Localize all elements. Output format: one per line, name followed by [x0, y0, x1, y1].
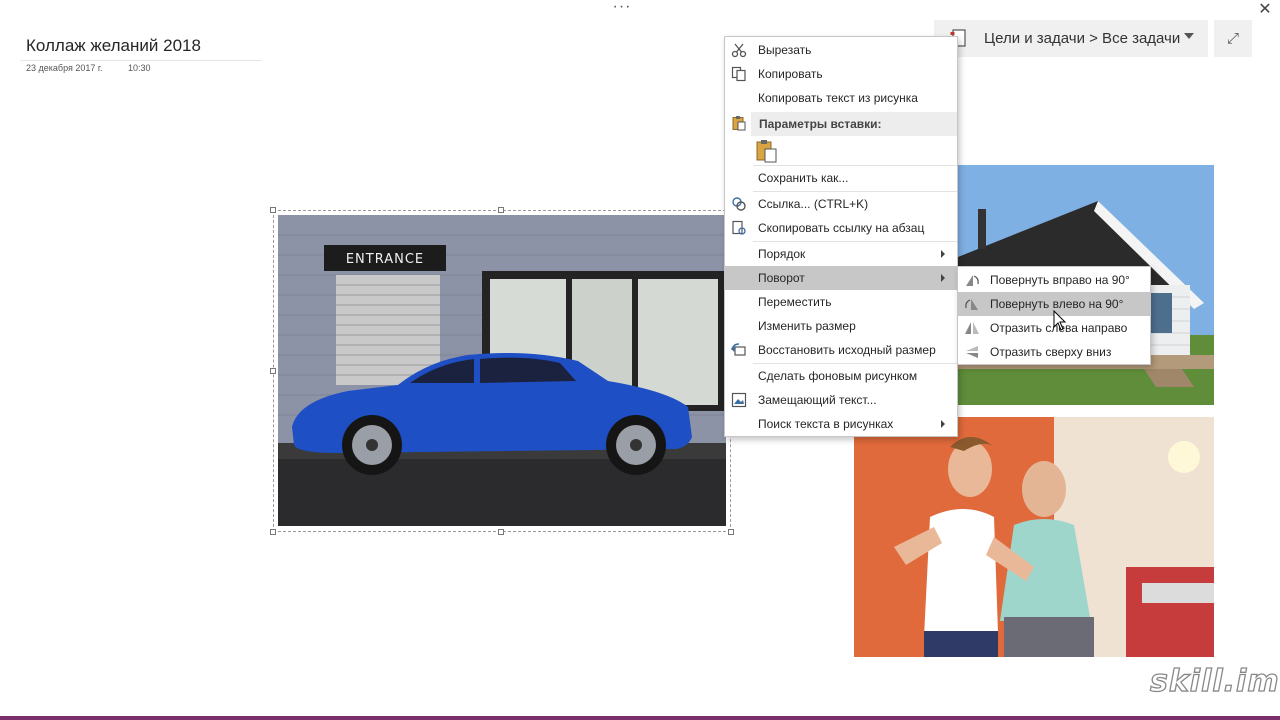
menu-item-label: Поиск текста в рисунках: [758, 417, 894, 431]
page-time: 10:30: [128, 63, 151, 73]
chevron-down-icon[interactable]: [1184, 33, 1194, 39]
menu-item-rotate-right[interactable]: Повернуть вправо на 90°: [958, 268, 1150, 292]
menu-item-label: Повернуть вправо на 90°: [990, 273, 1130, 287]
menu-item-copy-paragraph-link[interactable]: Скопировать ссылку на абзац: [725, 216, 957, 240]
context-menu: Вырезать Копировать Копировать текст из …: [724, 36, 958, 437]
submenu-arrow-icon: [941, 274, 945, 282]
menu-item-restore-size[interactable]: Восстановить исходный размер: [725, 338, 957, 362]
paste-options-label: Параметры вставки:: [759, 117, 882, 131]
menu-item-label: Переместить: [758, 295, 832, 309]
menu-item-label: Отразить сверху вниз: [990, 345, 1112, 359]
menu-item-search-text-in-images[interactable]: Поиск текста в рисунках: [725, 412, 957, 436]
resize-handle[interactable]: [270, 368, 276, 374]
paragraph-link-icon: [732, 220, 746, 235]
close-button[interactable]: ✕: [1254, 0, 1276, 20]
watermark-logo: skill.im: [1149, 663, 1280, 699]
menu-item-copy[interactable]: Копировать: [725, 62, 957, 86]
menu-item-label: Сделать фоновым рисунком: [758, 369, 918, 383]
menu-item-label: Скопировать ссылку на абзац: [758, 221, 925, 235]
menu-item-label: Порядок: [758, 247, 806, 261]
resize-handle[interactable]: [728, 529, 734, 535]
menu-item-label: Вырезать: [758, 43, 812, 57]
menu-item-label: Копировать: [758, 67, 823, 81]
menu-item-label: Изменить размер: [758, 319, 856, 333]
resize-handle[interactable]: [270, 207, 276, 213]
menu-item-copy-text-from-image[interactable]: Копировать текст из рисунка: [725, 86, 957, 110]
menu-item-label: Ссылка... (CTRL+K): [758, 197, 869, 211]
menu-item-label: Поворот: [758, 271, 805, 285]
menu-item-label: Сохранить как...: [758, 171, 849, 185]
link-icon: [732, 197, 746, 211]
page-date: 23 декабря 2017 г.: [26, 63, 103, 73]
image-selection-frame[interactable]: [273, 210, 731, 532]
submenu-arrow-icon: [941, 420, 945, 428]
page-title[interactable]: Коллаж желаний 2018: [26, 36, 201, 56]
menu-item-flip-vertical[interactable]: Отразить сверху вниз: [958, 340, 1150, 364]
paste-keep-formatting-icon[interactable]: [756, 139, 778, 163]
menu-item-resize[interactable]: Изменить размер: [725, 314, 957, 338]
menu-item-order[interactable]: Порядок: [725, 242, 957, 266]
menu-item-move[interactable]: Переместить: [725, 290, 957, 314]
menu-item-label: Копировать текст из рисунка: [758, 91, 918, 105]
fitness-photo[interactable]: [854, 417, 1214, 657]
mouse-cursor-icon: [1053, 310, 1067, 331]
restore-size-icon: [731, 343, 746, 356]
section-tag-dropdown[interactable]: Цели и задачи > Все задачи: [934, 20, 1208, 57]
scissors-icon: [731, 43, 747, 58]
more-options-icon[interactable]: ···: [608, 0, 636, 18]
rotate-left-icon: [965, 299, 978, 310]
menu-item-cut[interactable]: Вырезать: [725, 38, 957, 62]
submenu-arrow-icon: [941, 250, 945, 258]
copy-icon: [731, 66, 746, 82]
resize-handle[interactable]: [498, 529, 504, 535]
menu-item-label: Повернуть влево на 90°: [990, 297, 1124, 311]
rotate-right-icon: [966, 275, 979, 286]
resize-handle[interactable]: [270, 529, 276, 535]
menu-item-label: Замещающий текст...: [758, 393, 877, 407]
menu-item-rotate[interactable]: Поворот: [725, 266, 957, 290]
bottom-accent-bar: [0, 716, 1280, 720]
paste-options-header: Параметры вставки:: [751, 112, 957, 136]
title-divider: [20, 60, 262, 61]
menu-item-link[interactable]: Ссылка... (CTRL+K): [725, 192, 957, 216]
flip-horizontal-icon: [965, 322, 979, 334]
section-tag-label: Цели и задачи > Все задачи: [984, 30, 1181, 47]
resize-handle[interactable]: [498, 207, 504, 213]
alt-text-icon: [731, 392, 747, 408]
menu-item-set-background[interactable]: Сделать фоновым рисунком: [725, 364, 957, 388]
menu-item-label: Восстановить исходный размер: [758, 343, 936, 357]
flip-vertical-icon: [966, 346, 978, 358]
menu-item-alt-text[interactable]: Замещающий текст...: [725, 388, 957, 412]
expand-button[interactable]: ⤢: [1214, 20, 1252, 57]
menu-item-save-as[interactable]: Сохранить как...: [725, 166, 957, 190]
clipboard-icon: [732, 116, 746, 131]
